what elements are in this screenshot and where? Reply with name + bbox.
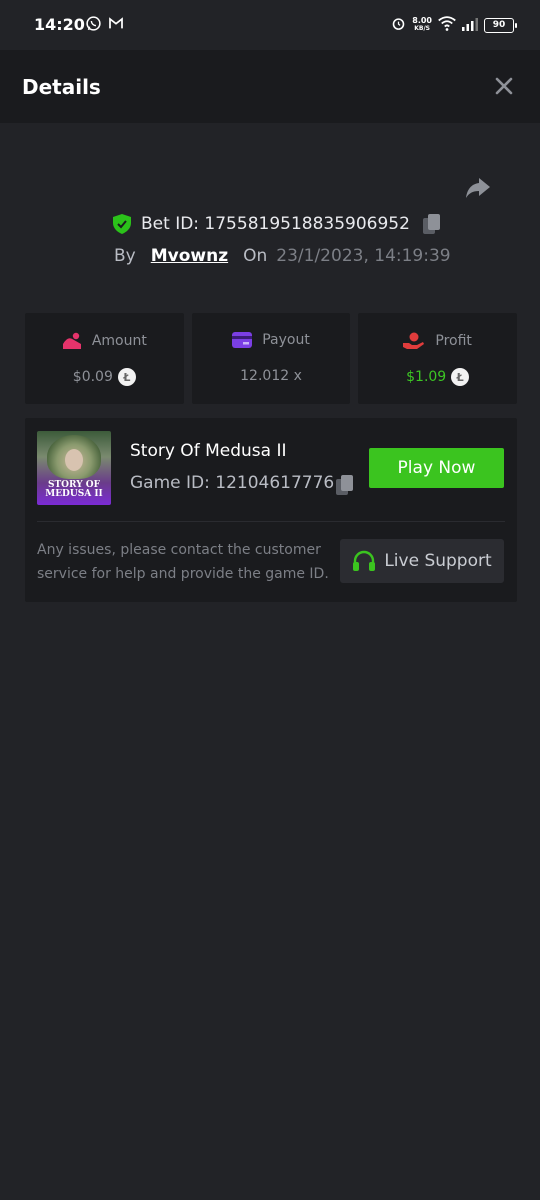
profit-hand-icon (403, 332, 425, 349)
by-label: By (114, 246, 136, 266)
payout-value: 12.012 x (240, 368, 302, 384)
divider (37, 521, 505, 522)
details-header: Details (0, 50, 540, 123)
status-time: 14:20 (34, 15, 85, 34)
litecoin-icon: Ł (451, 368, 470, 386)
profit-label: Profit (435, 333, 472, 349)
amount-label: Amount (91, 333, 147, 349)
copy-icon[interactable] (422, 213, 442, 235)
bet-id-row: Bet ID: 1755819518835906952 (113, 212, 442, 236)
whatsapp-icon (85, 15, 102, 36)
game-id-row: Game ID: 12104617776 (130, 473, 334, 493)
profit-card: Profit $1.09 Ł (358, 313, 518, 404)
alarm-icon (391, 16, 406, 35)
amount-card: Amount $0.09 Ł (25, 313, 184, 404)
game-id: Game ID: 12104617776 (130, 473, 335, 493)
bet-datetime: 23/1/2023, 14:19:39 (276, 246, 451, 266)
payout-card: Payout 12.012 x (191, 313, 351, 404)
card-icon (232, 332, 253, 348)
game-title: Story Of Medusa II (130, 441, 287, 461)
status-bar: 14:20 8.00 KB/S 90 (0, 0, 540, 50)
signal-icon (462, 16, 478, 35)
copy-game-id-icon[interactable] (335, 474, 355, 496)
payout-label: Payout (262, 332, 310, 348)
game-thumbnail[interactable]: STORY OF MEDUSA II (37, 431, 111, 505)
headset-icon (353, 550, 376, 571)
live-support-label: Live Support (384, 551, 492, 571)
game-card: STORY OF MEDUSA II Story Of Medusa II Ga… (25, 418, 517, 602)
play-now-button[interactable]: Play Now (369, 448, 504, 488)
bet-id: Bet ID: 1755819518835906952 (141, 214, 410, 234)
status-indicators: 8.00 KB/S 90 (391, 13, 517, 37)
page-title: Details (22, 75, 101, 99)
share-icon (466, 178, 490, 198)
live-support-button[interactable]: Live Support (340, 539, 504, 583)
wifi-icon (438, 15, 456, 35)
help-text: Any issues, please contact the customer … (37, 542, 329, 582)
gmail-icon (108, 15, 124, 35)
litecoin-icon: Ł (117, 368, 136, 386)
profit-value: $1.09 (406, 369, 447, 385)
amount-icon (62, 332, 81, 349)
amount-value: $0.09 (72, 369, 113, 385)
network-speed: 8.00 KB/S (412, 16, 432, 33)
thumbnail-logo: STORY OF MEDUSA II (45, 480, 103, 499)
close-icon (495, 77, 513, 95)
shield-check-icon (113, 214, 131, 234)
on-label: On (243, 246, 268, 266)
username-link[interactable]: Mvownz (151, 246, 228, 266)
battery-indicator: 90 (484, 17, 517, 33)
bet-meta-row: By Mvownz On 23/1/2023, 14:19:39 (114, 244, 451, 268)
share-button[interactable] (464, 176, 492, 200)
close-button[interactable] (494, 76, 514, 96)
bet-stats: Amount $0.09 Ł Payout 12.012 x Profit $1… (25, 313, 518, 404)
